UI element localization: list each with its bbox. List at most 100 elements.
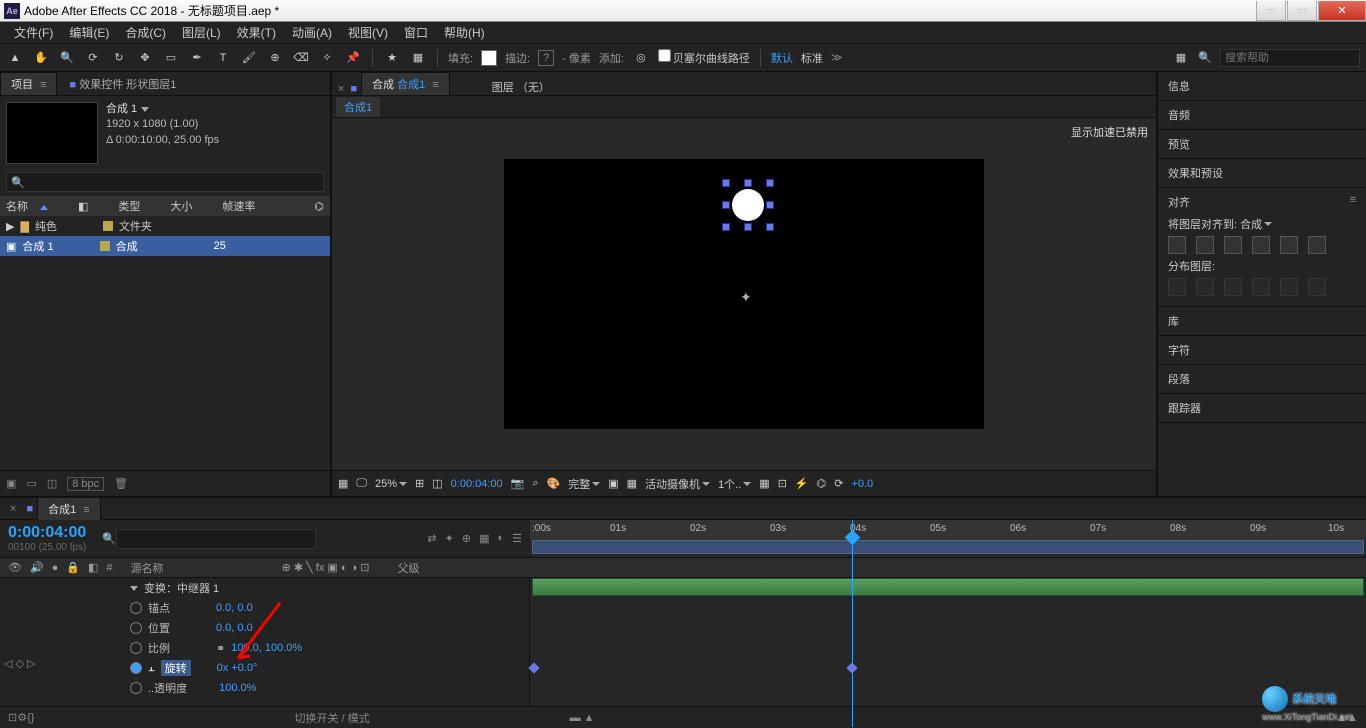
panel-library[interactable]: 库: [1158, 307, 1366, 336]
panel-character[interactable]: 字符: [1158, 336, 1366, 365]
current-time[interactable]: 0:00:04:00: [451, 478, 503, 490]
fast-icon[interactable]: ⚡: [795, 477, 809, 490]
tl-opt6-icon[interactable]: ☰: [512, 532, 522, 545]
trash-icon[interactable]: 🗑: [114, 477, 128, 490]
close-tab-icon[interactable]: ×: [332, 83, 350, 95]
project-search-input[interactable]: 🔍: [6, 172, 324, 192]
align-vcenter-icon[interactable]: [1280, 236, 1298, 254]
exposure-value[interactable]: +0.0: [851, 478, 873, 490]
repeater-group[interactable]: 变换：中继器 1: [0, 578, 529, 598]
tab-project[interactable]: 项目 ≡: [0, 72, 57, 95]
tab-effect-controls[interactable]: ■ 效果控件 形状图层1: [59, 73, 186, 95]
col-type[interactable]: 类型: [118, 198, 140, 214]
panel-effects-presets[interactable]: 效果和预设: [1158, 159, 1366, 188]
label-col-icon[interactable]: ◧: [88, 561, 98, 574]
align-hcenter-icon[interactable]: [1196, 236, 1214, 254]
panel-info[interactable]: 信息: [1158, 72, 1366, 101]
maximize-button[interactable]: ▭: [1287, 1, 1317, 21]
panel-menu-icon[interactable]: ≡: [1350, 194, 1356, 206]
snapshot-icon[interactable]: 📷: [511, 477, 525, 490]
switches-col[interactable]: ⊕ ✱ ╲ fx ▣ ◐ ◑ ⊡: [282, 561, 370, 574]
orbit-tool-icon[interactable]: ⟳: [84, 49, 102, 67]
bpc-button[interactable]: 8 bpc: [67, 477, 104, 491]
selected-shape[interactable]: [726, 183, 770, 227]
tl-opt3-icon[interactable]: ⊕: [462, 532, 471, 545]
views-dropdown[interactable]: 1个..: [718, 476, 751, 492]
pixel-icon[interactable]: ⊡: [778, 477, 787, 490]
stopwatch-icon[interactable]: [130, 602, 142, 614]
col-tag-icon[interactable]: ◧: [78, 200, 88, 213]
lock-col-icon[interactable]: 🔒: [66, 561, 80, 574]
audio-col-icon[interactable]: 🔊: [30, 561, 44, 574]
tl-footer-icon1[interactable]: ⊡: [8, 711, 17, 724]
fill-swatch[interactable]: [481, 50, 497, 66]
stopwatch-on-icon[interactable]: [130, 662, 142, 674]
monitor-icon[interactable]: 🖵: [356, 477, 367, 490]
tl-opt2-icon[interactable]: ✦: [445, 532, 454, 545]
roto-tool-icon[interactable]: ✧: [318, 49, 336, 67]
bezier-checkbox[interactable]: 贝塞尔曲线路径: [658, 49, 750, 66]
interpret-icon[interactable]: ▣: [6, 477, 16, 490]
col-tree-icon[interactable]: ⌬: [314, 200, 324, 213]
tl-footer-icon2[interactable]: ⚙: [17, 711, 27, 724]
panel-tracker[interactable]: 跟踪器: [1158, 394, 1366, 423]
transparency-icon[interactable]: ▦: [627, 477, 637, 490]
prop-anchor[interactable]: 锚点0.0, 0.0: [0, 598, 529, 618]
brush-tool-icon[interactable]: 🖌: [240, 49, 258, 67]
time-ruler[interactable]: :00s 01s 02s 03s 04s 05s 06s 07s 08s 09s…: [530, 520, 1366, 540]
timeline-current-time[interactable]: 0:00:04:00: [8, 524, 86, 541]
viewer-tab-comp[interactable]: 合成 合成1 ≡: [361, 72, 450, 95]
zoom-tool-icon[interactable]: 🔍: [58, 49, 76, 67]
eye-col-icon[interactable]: 👁: [8, 561, 22, 574]
menu-view[interactable]: 视图(V): [340, 24, 396, 41]
toggle-switches-button[interactable]: 切换开关 / 模式: [294, 710, 369, 726]
stopwatch-icon[interactable]: [130, 642, 142, 654]
text-tool-icon[interactable]: T: [214, 49, 232, 67]
keyframe-marker[interactable]: [528, 662, 539, 673]
col-size[interactable]: 大小: [170, 198, 192, 214]
workspace-more[interactable]: ≫: [831, 51, 843, 64]
col-name[interactable]: 名称: [6, 198, 48, 214]
hand-tool-icon[interactable]: ✋: [32, 49, 50, 67]
search-help-input[interactable]: [1220, 49, 1360, 67]
channels-icon[interactable]: 🎨: [547, 477, 561, 490]
timeline-ruler-area[interactable]: :00s 01s 02s 03s 04s 05s 06s 07s 08s 09s…: [530, 520, 1366, 557]
workspace-default[interactable]: 默认: [771, 50, 793, 66]
menu-animation[interactable]: 动画(A): [284, 24, 340, 41]
tl-opt1-icon[interactable]: ⇄: [427, 532, 436, 545]
chevron-down-icon[interactable]: [141, 107, 149, 112]
new-comp-icon[interactable]: ◫: [47, 477, 57, 490]
zoom-out-icon[interactable]: ▬ ▲: [570, 712, 595, 724]
menu-effect[interactable]: 效果(T): [229, 24, 284, 41]
grid-icon[interactable]: ▦: [338, 477, 348, 490]
workspace-layout-icon[interactable]: ▦: [1172, 49, 1190, 67]
guides-icon[interactable]: ⊞: [415, 477, 424, 490]
parent-col[interactable]: 父级: [397, 560, 419, 576]
timeline-search-input[interactable]: [116, 529, 316, 549]
graph-icon[interactable]: ⫠: [148, 662, 155, 675]
clone-tool-icon[interactable]: ⊕: [266, 49, 284, 67]
mask-icon[interactable]: ◫: [432, 477, 442, 490]
keyframe-marker[interactable]: [846, 662, 857, 673]
anchor-tool-icon[interactable]: ✥: [136, 49, 154, 67]
layer-bar[interactable]: [532, 578, 1364, 596]
resolution-dropdown[interactable]: 完整: [568, 476, 600, 492]
eraser-tool-icon[interactable]: ⌫: [292, 49, 310, 67]
tl-opt4-icon[interactable]: ▦: [479, 532, 489, 545]
shape-grid-icon[interactable]: ▦: [409, 49, 427, 67]
roi-icon[interactable]: ▣: [608, 477, 618, 490]
shape-star-icon[interactable]: ★: [383, 49, 401, 67]
show-snapshot-icon[interactable]: ⌕: [532, 477, 538, 490]
selection-tool-icon[interactable]: ▲: [6, 49, 24, 67]
reset-exposure-icon[interactable]: ⟳: [834, 477, 843, 490]
col-fps[interactable]: 帧速率: [222, 198, 255, 214]
minimize-button[interactable]: ─: [1256, 1, 1286, 21]
panel-paragraph[interactable]: 段落: [1158, 365, 1366, 394]
tl-opt5-icon[interactable]: ◐: [497, 532, 504, 545]
align-top-icon[interactable]: [1252, 236, 1270, 254]
panel-audio[interactable]: 音频: [1158, 101, 1366, 130]
prop-opacity[interactable]: ..透明度100.0%: [0, 678, 529, 698]
prop-scale[interactable]: 比例⚭100.0, 100.0%: [0, 638, 529, 658]
align-target-dropdown[interactable]: 合成: [1240, 216, 1272, 232]
keyframe-nav[interactable]: ◁ ◇ ▷: [4, 657, 36, 670]
